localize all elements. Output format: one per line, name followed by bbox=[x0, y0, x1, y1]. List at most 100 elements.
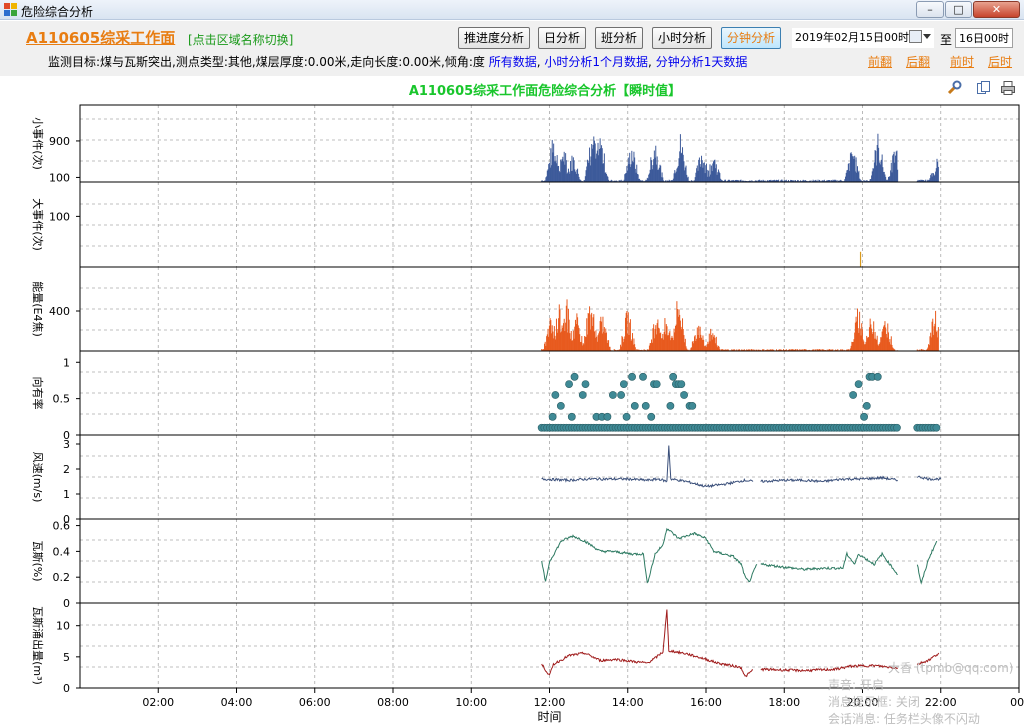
series-line bbox=[760, 663, 898, 673]
chart-toolbar bbox=[944, 79, 1020, 97]
scatter-point bbox=[893, 423, 901, 432]
x-tick-label: 08:00 bbox=[377, 696, 409, 709]
scatter-point bbox=[647, 412, 656, 421]
x-tick-label: 12:00 bbox=[534, 696, 566, 709]
series-line bbox=[541, 445, 754, 489]
hour-prev-link[interactable]: 前时 bbox=[950, 53, 974, 70]
scatter-point bbox=[603, 412, 612, 421]
scatter-point bbox=[669, 372, 678, 381]
scatter-point bbox=[639, 372, 647, 381]
scatter-point bbox=[854, 380, 863, 388]
scatter-point bbox=[617, 391, 625, 399]
x-tick-label: 22:00 bbox=[925, 696, 957, 709]
x-tick-label: 04:00 bbox=[221, 696, 253, 709]
y-tick-label: 900 bbox=[49, 135, 70, 148]
y-axis-label: 大事件(次) bbox=[31, 198, 45, 251]
day-analysis-button[interactable]: 日分析 bbox=[538, 27, 586, 49]
scatter-point bbox=[641, 402, 650, 410]
y-tick-label: 0.4 bbox=[53, 545, 71, 558]
window-title: 危险综合分析 bbox=[21, 5, 94, 19]
to-label: 至 bbox=[940, 33, 953, 47]
page-prev-link[interactable]: 前翻 bbox=[868, 53, 892, 70]
scatter-point bbox=[608, 391, 617, 399]
y-axis-label: 能量(E4焦) bbox=[31, 281, 45, 337]
window-titlebar: 危险综合分析 – □ ✕ bbox=[0, 0, 1024, 20]
copy-icon[interactable] bbox=[976, 80, 992, 96]
series-line bbox=[541, 609, 754, 678]
chart-svg: 100900小事件(次)100大事件(次)400能量(E4焦)00.51向有率0… bbox=[31, 104, 1024, 724]
hour-analysis-button[interactable]: 小时分析 bbox=[652, 27, 712, 49]
scatter-point bbox=[677, 380, 686, 388]
x-tick-label: 14:00 bbox=[612, 696, 644, 709]
y-tick-label: 0.2 bbox=[53, 571, 71, 584]
y-tick-label: 0 bbox=[63, 682, 70, 695]
shift-analysis-button[interactable]: 班分析 bbox=[595, 27, 643, 49]
minimize-button[interactable]: – bbox=[916, 1, 944, 18]
chart-area: 100 900 小事件(次) 100 大事件(次) 400 能量(E4焦) 0 0.5 1 向有率 0… bbox=[0, 76, 1024, 725]
print-icon[interactable] bbox=[1000, 80, 1016, 96]
y-tick-label: 0 bbox=[63, 597, 70, 610]
scatter-point bbox=[548, 412, 557, 421]
progress-analysis-button[interactable]: 推进度分析 bbox=[458, 27, 530, 49]
y-tick-label: 3 bbox=[63, 438, 70, 451]
scatter-point bbox=[860, 412, 868, 421]
monitor-info: 监测目标:煤与瓦斯突出,测点类型:其他,煤层厚度:0.00米,走向长度:0.00… bbox=[48, 55, 748, 69]
y-tick-label: 1 bbox=[63, 356, 70, 369]
minute-day-link[interactable]: 分钟分析1天数据 bbox=[656, 55, 748, 69]
y-tick-label: 400 bbox=[49, 305, 70, 318]
y-tick-label: 100 bbox=[49, 171, 70, 184]
end-date-field[interactable]: 16日00时 bbox=[955, 28, 1013, 48]
series-line bbox=[541, 527, 758, 584]
scatter-point bbox=[680, 391, 688, 399]
page-next-link[interactable]: 后翻 bbox=[906, 53, 930, 70]
y-tick-label: 5 bbox=[63, 651, 70, 664]
x-tick-label: 20:00 bbox=[847, 696, 879, 709]
chart-title: A110605综采工作面危险综合分析【瞬时值】 bbox=[408, 84, 682, 99]
scatter-point bbox=[628, 372, 636, 381]
y-tick-label: 2 bbox=[63, 463, 70, 476]
x-tick-label: 00: bbox=[1010, 696, 1024, 709]
y-axis-label: 小事件(次) bbox=[31, 117, 45, 170]
scatter-point bbox=[551, 391, 560, 399]
y-tick-label: 0.5 bbox=[53, 393, 71, 406]
scatter-point bbox=[565, 380, 573, 388]
app-icon bbox=[4, 3, 18, 17]
y-tick-label: 10 bbox=[56, 620, 70, 633]
y-axis-label: 瓦斯(%) bbox=[31, 540, 44, 581]
scatter-point bbox=[581, 380, 590, 388]
scatter-point bbox=[849, 391, 858, 399]
y-tick-label: 0.6 bbox=[53, 520, 71, 533]
chevron-down-icon[interactable] bbox=[923, 34, 931, 39]
switch-area-link[interactable]: [点击区域名称切换] bbox=[188, 31, 293, 48]
scatter-point bbox=[873, 372, 882, 381]
scatter-point bbox=[578, 391, 587, 399]
scatter-point bbox=[666, 402, 675, 410]
monitor-info-text: 监测目标:煤与瓦斯突出,测点类型:其他,煤层厚度:0.00米,走向长度:0.00… bbox=[48, 55, 485, 69]
scatter-point bbox=[862, 402, 871, 410]
x-tick-label: 10:00 bbox=[455, 696, 487, 709]
series-line bbox=[916, 652, 940, 666]
calendar-icon[interactable] bbox=[909, 30, 922, 43]
x-tick-label: 06:00 bbox=[299, 696, 331, 709]
scatter-point bbox=[619, 380, 628, 388]
series-line bbox=[916, 540, 938, 585]
scatter-point bbox=[556, 402, 565, 410]
y-tick-label: 1 bbox=[63, 488, 70, 501]
maximize-button[interactable]: □ bbox=[945, 1, 972, 18]
all-data-link[interactable]: 所有数据 bbox=[489, 55, 537, 69]
scatter-point bbox=[622, 412, 631, 421]
y-axis-label: 瓦斯涌出量(m³) bbox=[31, 606, 45, 685]
hour-next-link[interactable]: 后时 bbox=[988, 53, 1012, 70]
y-axis-label: 风速(m/s) bbox=[31, 452, 44, 503]
close-button[interactable]: ✕ bbox=[973, 1, 1020, 18]
minute-analysis-button[interactable]: 分钟分析 bbox=[721, 27, 781, 49]
hour-month-link[interactable]: 小时分析1个月数据 bbox=[544, 55, 648, 69]
x-tick-label: 18:00 bbox=[768, 696, 800, 709]
area-title-link[interactable]: A110605综采工作面 bbox=[26, 27, 175, 48]
y-tick-label: 100 bbox=[49, 210, 70, 223]
series-line bbox=[760, 550, 898, 576]
wrench-icon[interactable] bbox=[946, 80, 962, 96]
toolbar: A110605综采工作面 [点击区域名称切换] 推进度分析 日分析 班分析 小时… bbox=[0, 21, 1024, 76]
x-axis-label: 时间 bbox=[537, 710, 561, 724]
scatter-point bbox=[932, 423, 941, 432]
